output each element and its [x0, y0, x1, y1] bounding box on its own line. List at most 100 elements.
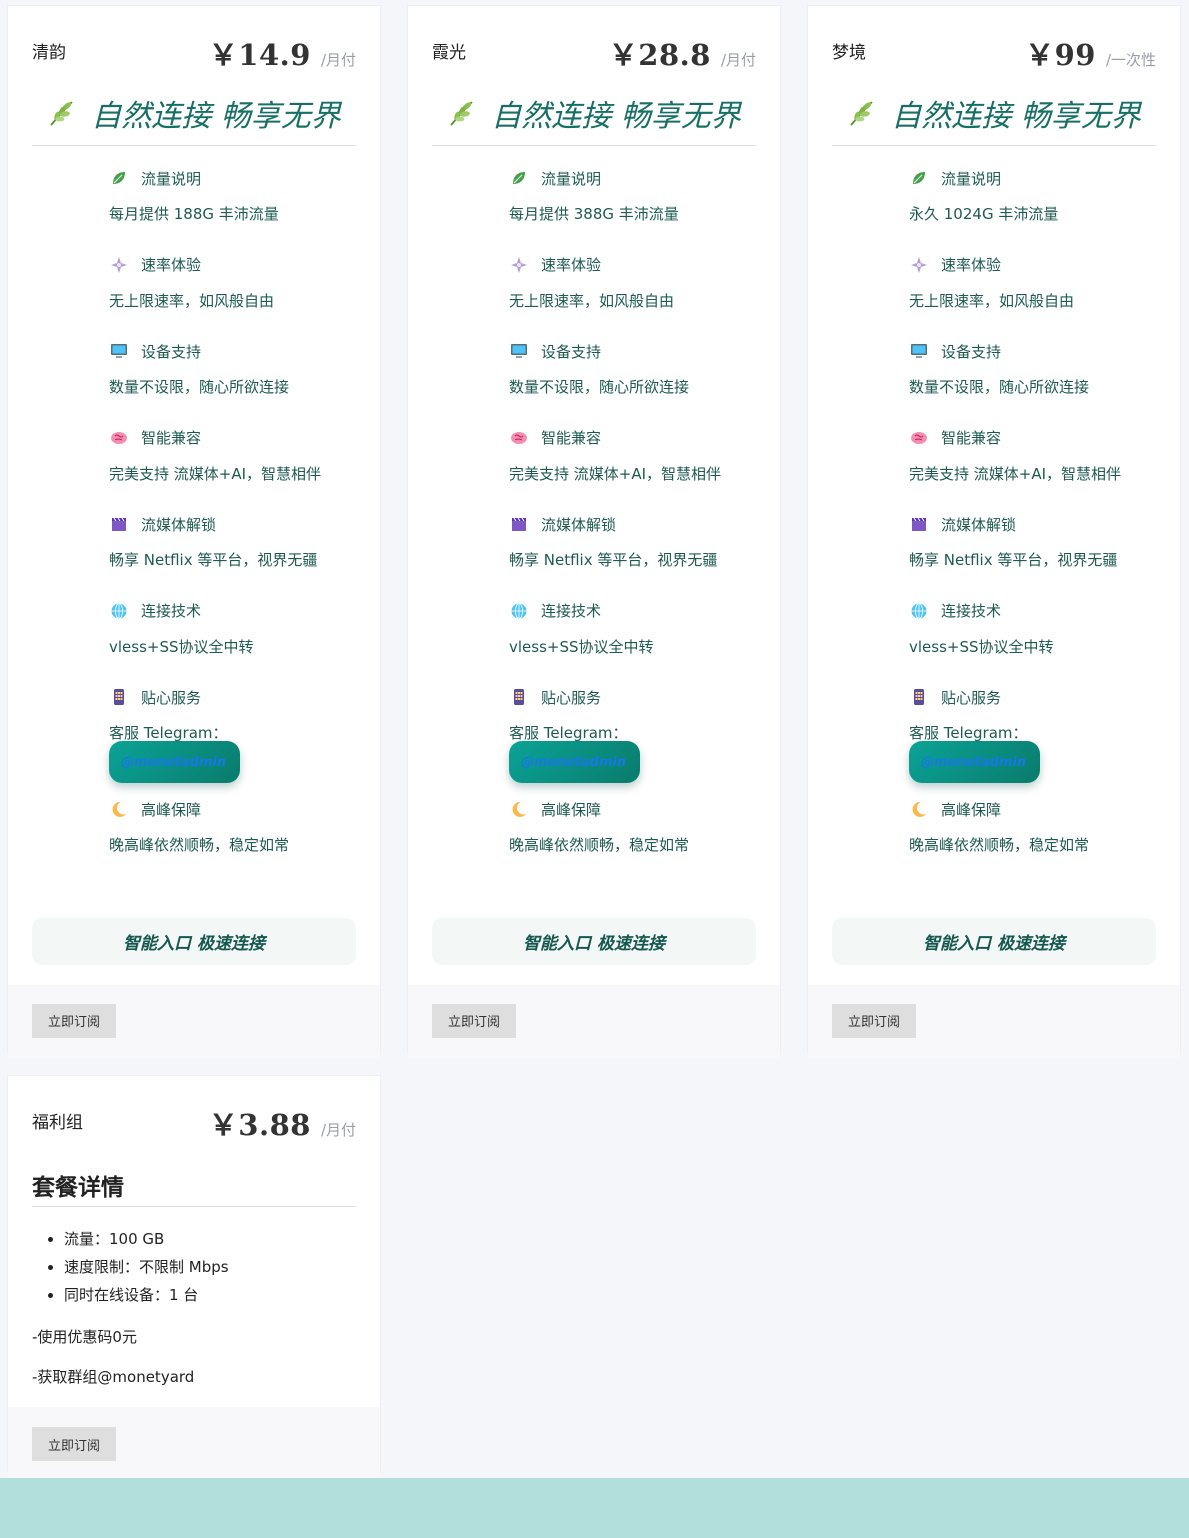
subscribe-button[interactable]: 立即订阅	[32, 1427, 116, 1461]
subscribe-button[interactable]: 立即订阅	[432, 1003, 516, 1038]
feature-title-text: 连接技术	[141, 602, 202, 620]
subscribe-button[interactable]: 立即订阅	[32, 1003, 116, 1038]
feature-title-text: 流媒体解锁	[541, 515, 617, 534]
price-block: ￥14.9 /月付	[209, 32, 356, 74]
feature-item: 设备支持数量不设限，随心所欲连接	[109, 331, 356, 418]
telegram-contact-button[interactable]: @monetadmin	[509, 741, 640, 783]
phone-icon	[509, 688, 528, 707]
slogan-text: 自然连接 畅享无界	[891, 98, 1141, 134]
brain-icon	[909, 428, 928, 447]
monitor-icon	[109, 342, 128, 361]
clapper-icon	[909, 515, 928, 534]
feature-title: 设备支持	[909, 331, 1156, 371]
feature-title-text: 智能兼容	[541, 429, 602, 447]
leaf-icon	[909, 169, 928, 188]
subscribe-button[interactable]: 立即订阅	[832, 1003, 916, 1038]
plan-header: 霞光 ￥28.8 /月付	[432, 6, 756, 80]
feature-title: 连接技术	[909, 591, 1156, 631]
globe-icon	[109, 601, 128, 620]
slogan: 自然连接 畅享无界	[832, 80, 1156, 146]
leaf-icon	[509, 169, 528, 188]
feature-desc: 无上限速率，如风般自由	[509, 291, 675, 310]
feature-title: 贴心服务	[109, 677, 356, 717]
feature-title: 贴心服务	[509, 677, 756, 717]
feature-title-text: 连接技术	[941, 602, 1002, 620]
telegram-contact-button[interactable]: @monetadmin	[909, 741, 1040, 783]
feature-title: 智能兼容	[509, 418, 756, 458]
slogan: 自然连接 畅享无界	[32, 80, 356, 146]
feature-desc: 数量不设限，随心所欲连接	[109, 378, 290, 396]
feature-item: 流量说明每月提供 188G 丰沛流量	[109, 158, 356, 245]
plan-card-welfare: 福利组 ￥3.88 /月付 套餐详情 流量：100 GB 速度限制：不限制 Mb…	[7, 1075, 381, 1482]
plan-period: /月付	[720, 51, 756, 69]
feature-item: 贴心服务 客服 Telegram： @monetadmin	[909, 677, 1156, 789]
plan-period: /月付	[320, 51, 356, 69]
feature-item: 连接技术 vless+SS协议全中转	[109, 591, 356, 678]
plan-price: ￥14.9	[208, 38, 311, 72]
feature-title: 流媒体解锁	[509, 504, 756, 544]
feature-title: 设备支持	[109, 331, 356, 371]
plan-price: ￥3.88	[208, 1108, 311, 1142]
plan-header: 福利组 ￥3.88 /月付	[32, 1076, 356, 1150]
feature-title: 连接技术	[109, 591, 356, 631]
feature-item: 速率体验无上限速率，如风般自由	[509, 245, 756, 332]
feature-list: 流量说明 每月提供 388G 丰沛流量 速率体验 无上限速率，如风般自由 设备支持 数量不…	[432, 146, 756, 876]
feature-title-text: 速率体验	[941, 256, 1002, 274]
feature-title-text: 流量说明	[941, 169, 1002, 188]
feature-item: 智能兼容 完美支持 流媒体+AI，智慧相伴	[509, 418, 756, 505]
clapper-icon	[109, 515, 128, 534]
moon-icon	[909, 800, 928, 819]
feature-title: 高峰保障	[509, 789, 756, 829]
feature-item: 贴心服务 客服 Telegram： @monetadmin	[509, 677, 756, 789]
feature-title: 智能兼容	[909, 418, 1156, 458]
feature-desc: 晚高峰依然顺畅，稳定如常	[109, 836, 290, 854]
feature-desc: 数量不设限，随心所欲连接	[909, 378, 1090, 396]
feature-title-text: 流量说明	[541, 169, 602, 188]
feature-desc: 每月提供 188G 丰沛流量	[109, 205, 279, 223]
feature-list: 流量说明永久 1024G 丰沛流量速率体验 无上限速率，如风般自由设备支持数量不设…	[832, 146, 1156, 876]
telegram-contact-button[interactable]: @monetadmin	[109, 741, 240, 783]
price-block: ￥3.88 /月付	[209, 1102, 356, 1144]
card-footer: 立即订阅	[808, 984, 1180, 1058]
feature-title-text: 流量说明	[141, 169, 202, 188]
feature-title: 速率体验	[509, 245, 756, 285]
feature-desc: 无上限速率，如风般自由	[109, 291, 275, 310]
feature-item: 贴心服务 客服 Telegram： @monetadmin	[109, 677, 356, 789]
feature-item: 智能兼容 完美支持 流媒体+AI，智慧相伴	[109, 418, 356, 505]
feature-desc: vless+SS协议全中转	[509, 637, 654, 656]
plan-name: 清韵	[32, 43, 66, 63]
feature-item: 高峰保障晚高峰依然顺畅，稳定如常	[109, 789, 356, 876]
feature-item: 速率体验 无上限速率，如风般自由	[909, 245, 1156, 332]
feature-title-text: 贴心服务	[141, 688, 202, 707]
feature-title: 连接技术	[509, 591, 756, 631]
feature-title-text: 智能兼容	[941, 429, 1002, 447]
plan-period: /一次性	[1105, 51, 1156, 69]
plan-header: 梦境 ￥99 /一次性	[832, 6, 1156, 80]
herb-icon	[847, 98, 877, 128]
phone-icon	[909, 688, 928, 707]
feature-desc: 畅享 Netflix 等平台，视界无疆	[109, 551, 318, 569]
feature-desc: 数量不设限，随心所欲连接	[509, 378, 690, 396]
feature-title-text: 设备支持	[541, 342, 602, 361]
brain-icon	[109, 428, 128, 447]
feature-item: 连接技术 vless+SS协议全中转	[509, 591, 756, 678]
feature-item: 智能兼容 完美支持 流媒体+AI，智慧相伴	[909, 418, 1156, 505]
feature-item: 流量说明永久 1024G 丰沛流量	[909, 158, 1156, 245]
card-footer: 立即订阅	[8, 984, 380, 1058]
herb-icon	[47, 98, 77, 128]
feature-title: 速率体验	[909, 245, 1156, 285]
feature-title-text: 高峰保障	[941, 800, 1002, 819]
feature-title: 高峰保障	[109, 789, 356, 829]
leaf-icon	[109, 169, 128, 188]
feature-desc: vless+SS协议全中转	[909, 637, 1054, 656]
plan-header: 清韵 ￥14.9 /月付	[32, 6, 356, 80]
plan-card-1: 清韵 ￥14.9 /月付 自然连接 畅享无界 流量说明 每月提供 188G 丰沛…	[7, 5, 381, 1058]
bottom-band	[0, 1478, 1189, 1538]
plan-name: 福利组	[32, 1113, 83, 1133]
feature-item: 设备支持数量不设限，随心所欲连接	[909, 331, 1156, 418]
feature-title-text: 设备支持	[941, 342, 1002, 361]
feature-title: 流媒体解锁	[109, 504, 356, 544]
feature-desc: 永久 1024G 丰沛流量	[909, 205, 1059, 223]
feature-title-text: 贴心服务	[941, 688, 1002, 707]
slogan-text: 自然连接 畅享无界	[91, 98, 341, 134]
